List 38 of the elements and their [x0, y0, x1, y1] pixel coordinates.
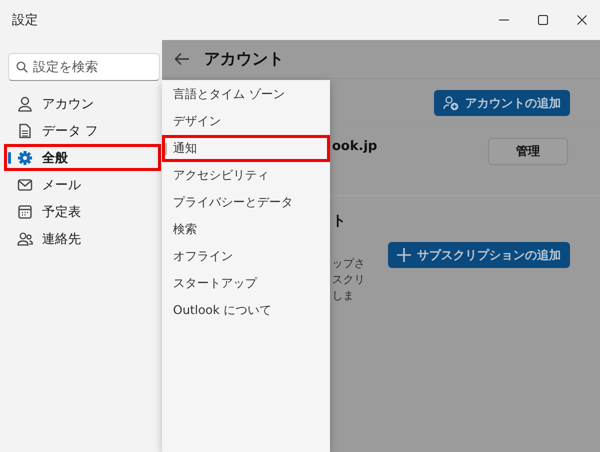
- back-arrow-icon[interactable]: [174, 52, 190, 66]
- add-person-icon: [443, 95, 459, 111]
- section-heading: ト: [332, 212, 347, 230]
- menu-item[interactable]: スタートアップ: [162, 270, 330, 297]
- people-icon: [17, 230, 33, 246]
- description-text: スクリ: [332, 272, 365, 288]
- manage-button[interactable]: 管理: [488, 138, 568, 165]
- mail-icon: [17, 176, 33, 192]
- sidebar-item[interactable]: 連絡先: [4, 225, 161, 252]
- menu-item[interactable]: Outlook について: [162, 297, 330, 324]
- description-text: しま: [332, 288, 355, 304]
- menu-item[interactable]: 通知: [162, 135, 330, 162]
- document-icon: [17, 122, 33, 138]
- menu-item[interactable]: プライバシーとデータ: [162, 189, 330, 216]
- page-title: アカウント: [204, 48, 284, 70]
- sidebar-item[interactable]: 予定表: [4, 198, 161, 225]
- maximize-icon[interactable]: [537, 14, 549, 26]
- menu-item[interactable]: アクセシビリティ: [162, 162, 330, 189]
- account-email: ook.jp: [332, 139, 378, 154]
- search-field[interactable]: 設定を検索: [8, 53, 160, 81]
- menu-item[interactable]: オフライン: [162, 243, 330, 270]
- sidebar-item[interactable]: アカウン: [4, 90, 161, 117]
- add-account-button[interactable]: アカウントの追加: [434, 90, 570, 116]
- person-icon: [17, 96, 33, 112]
- plus-icon: [397, 248, 411, 262]
- calendar-icon: [17, 204, 33, 220]
- settings-icon: [17, 150, 33, 166]
- add-subscription-button[interactable]: サブスクリプションの追加: [388, 242, 570, 268]
- close-icon[interactable]: [576, 14, 588, 26]
- menu-item[interactable]: 検索: [162, 216, 330, 243]
- menu-item[interactable]: デザイン: [162, 108, 330, 135]
- sidebar-item[interactable]: 全般: [4, 144, 161, 171]
- search-icon: [16, 61, 28, 73]
- window-title: 設定: [12, 12, 39, 29]
- menu-item[interactable]: 言語とタイム ゾーン: [162, 81, 330, 108]
- sidebar-item[interactable]: メール: [4, 171, 161, 198]
- description-text: ップさ: [332, 256, 365, 272]
- sidebar-item[interactable]: データ フ: [4, 117, 161, 144]
